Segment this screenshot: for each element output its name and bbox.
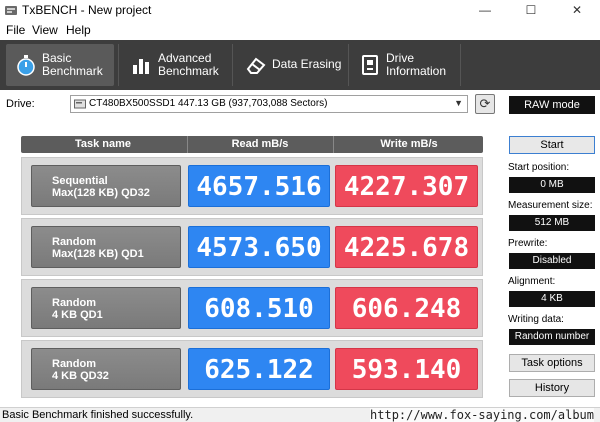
measurement-size-value[interactable]: 512 MB xyxy=(509,215,595,231)
toolbar-divider xyxy=(348,44,349,86)
watermark-url: http://www.fox-saying.com/album xyxy=(370,408,594,422)
header-read: Read mB/s xyxy=(231,138,289,150)
drive-select-value: CT480BX500SSD1 447.13 GB (937,703,088 Se… xyxy=(89,98,328,109)
main-toolbar: Basic Benchmark Advanced Benchmark Data … xyxy=(0,40,600,90)
task-line2: Max(128 KB) QD32 xyxy=(52,187,150,199)
read-value: 625.122 xyxy=(188,348,330,390)
write-value: 4225.678 xyxy=(335,226,478,268)
tab-advanced-label: Advanced Benchmark xyxy=(158,51,219,78)
results-table-header: Task name Read mB/s Write mB/s xyxy=(21,136,483,153)
tab-info-label: Drive Information xyxy=(386,51,447,78)
task-line2: 4 KB QD32 xyxy=(52,370,109,382)
alignment-value[interactable]: 4 KB xyxy=(509,291,595,307)
minimize-button[interactable]: — xyxy=(462,0,508,20)
start-position-label: Start position: xyxy=(508,162,570,173)
write-value: 606.248 xyxy=(335,287,478,329)
tab-advanced-benchmark[interactable]: Advanced Benchmark xyxy=(122,44,228,86)
maximize-button[interactable]: ☐ xyxy=(508,0,554,20)
status-text: Basic Benchmark finished successfully. xyxy=(2,409,194,421)
toolbar-divider xyxy=(460,44,461,86)
stopwatch-icon xyxy=(17,55,35,76)
task-line1: Random xyxy=(52,297,96,309)
write-value: 593.140 xyxy=(335,348,478,390)
header-divider xyxy=(187,136,188,153)
app-icon xyxy=(5,6,17,15)
header-divider xyxy=(333,136,334,153)
bar-chart-icon xyxy=(133,59,149,74)
task-button-random-qd1[interactable]: Random Max(128 KB) QD1 xyxy=(31,226,181,268)
start-button[interactable]: Start xyxy=(509,136,595,154)
prewrite-value[interactable]: Disabled xyxy=(509,253,595,269)
tab-basic-label: Basic Benchmark xyxy=(42,51,103,78)
tab-basic-benchmark[interactable]: Basic Benchmark xyxy=(6,44,114,86)
task-line1: Sequential xyxy=(52,175,108,187)
close-button[interactable]: ✕ xyxy=(554,0,600,20)
tab-drive-information[interactable]: Drive Information xyxy=(350,44,456,86)
read-value: 4657.516 xyxy=(188,165,330,207)
measurement-size-label: Measurement size: xyxy=(508,200,593,211)
write-value: 4227.307 xyxy=(335,165,478,207)
alignment-label: Alignment: xyxy=(508,276,556,287)
tab-data-erasing[interactable]: Data Erasing xyxy=(236,44,346,86)
title-bar: TxBENCH - New project — ☐ ✕ xyxy=(0,0,600,20)
drive-label: Drive: xyxy=(6,98,35,110)
raw-mode-button[interactable]: RAW mode xyxy=(509,96,595,114)
task-button-random-4k-qd1[interactable]: Random 4 KB QD1 xyxy=(31,287,181,329)
writing-data-value[interactable]: Random number xyxy=(509,329,595,345)
writing-data-label: Writing data: xyxy=(508,314,564,325)
menu-view[interactable]: View xyxy=(32,23,58,37)
task-options-button[interactable]: Task options xyxy=(509,354,595,372)
disk-icon xyxy=(74,99,86,109)
task-line1: Random xyxy=(52,358,96,370)
prewrite-label: Prewrite: xyxy=(508,238,548,249)
header-write: Write mB/s xyxy=(380,138,438,150)
drive-info-icon xyxy=(362,55,378,75)
header-task-name: Task name xyxy=(74,138,132,150)
eraser-icon xyxy=(246,57,266,74)
refresh-icon: ⟳ xyxy=(479,96,491,111)
status-bar: Basic Benchmark finished successfully. h… xyxy=(0,407,600,422)
drive-select[interactable]: CT480BX500SSD1 447.13 GB (937,703,088 Se… xyxy=(70,95,468,113)
task-button-random-4k-qd32[interactable]: Random 4 KB QD32 xyxy=(31,348,181,390)
table-row: Random 4 KB QD1 608.510 606.248 xyxy=(21,279,483,337)
task-line2: Max(128 KB) QD1 xyxy=(52,248,144,260)
toolbar-divider xyxy=(118,44,119,86)
tab-erasing-label: Data Erasing xyxy=(272,57,342,71)
task-line2: 4 KB QD1 xyxy=(52,309,103,321)
task-button-sequential-qd32[interactable]: Sequential Max(128 KB) QD32 xyxy=(31,165,181,207)
chevron-down-icon[interactable]: ▼ xyxy=(454,98,463,108)
menu-file[interactable]: File xyxy=(6,23,25,37)
table-row: Sequential Max(128 KB) QD32 4657.516 422… xyxy=(21,157,483,215)
menu-help[interactable]: Help xyxy=(66,23,91,37)
refresh-button[interactable]: ⟳ xyxy=(475,94,495,114)
history-button[interactable]: History xyxy=(509,379,595,397)
start-position-value[interactable]: 0 MB xyxy=(509,177,595,193)
menu-bar: File View Help xyxy=(0,20,600,40)
toolbar-divider xyxy=(232,44,233,86)
window-title: TxBENCH - New project xyxy=(22,3,152,17)
read-value: 4573.650 xyxy=(188,226,330,268)
table-row: Random Max(128 KB) QD1 4573.650 4225.678 xyxy=(21,218,483,276)
task-line1: Random xyxy=(52,236,96,248)
read-value: 608.510 xyxy=(188,287,330,329)
table-row: Random 4 KB QD32 625.122 593.140 xyxy=(21,340,483,398)
